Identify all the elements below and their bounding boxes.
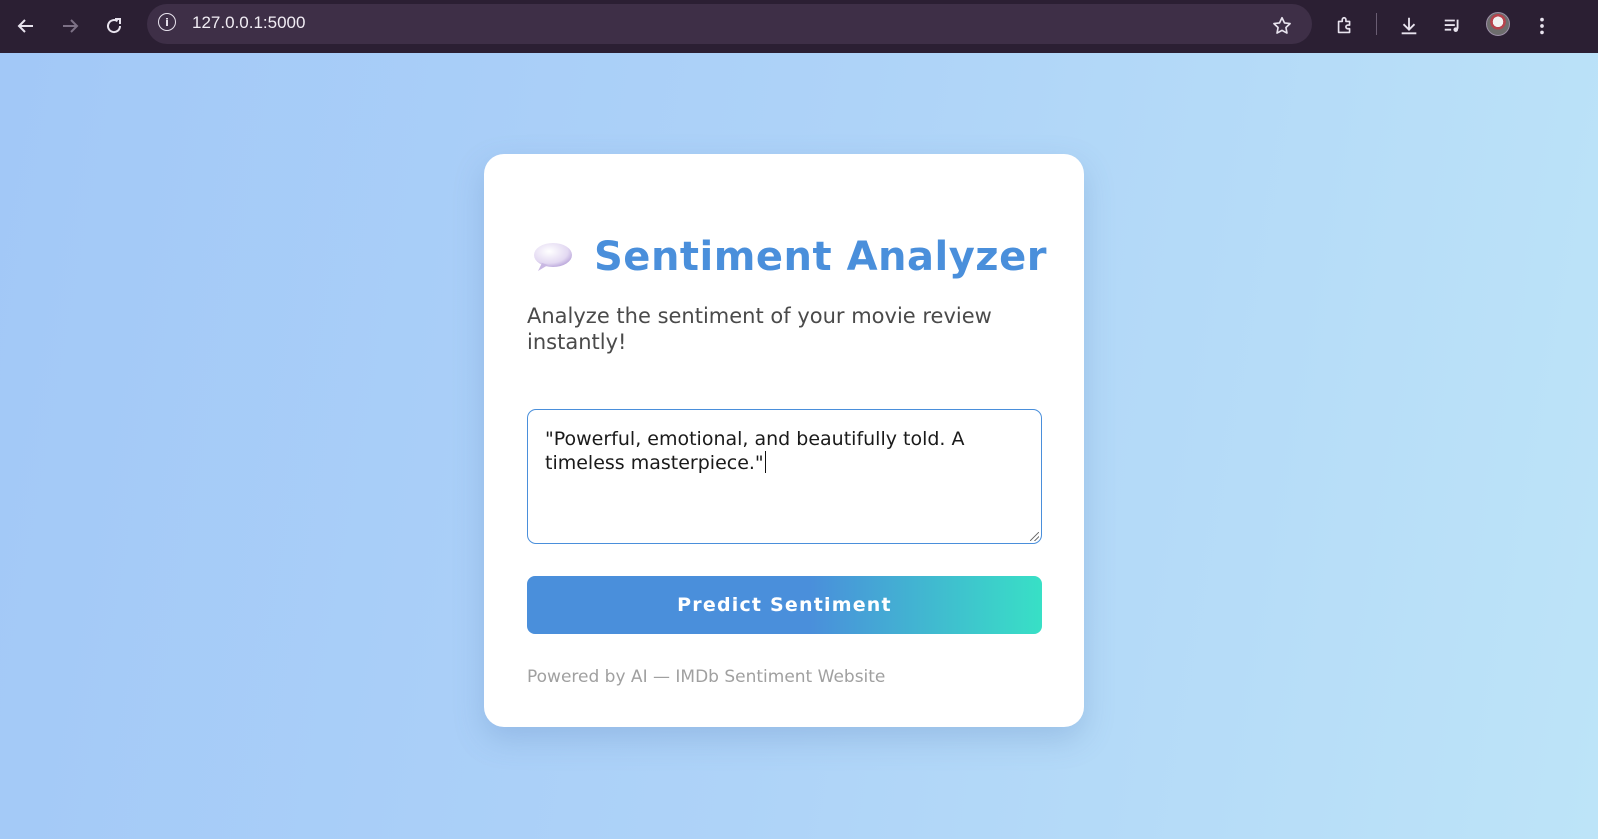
title-row: Sentiment Analyzer — [532, 234, 1047, 280]
resize-grip-icon[interactable] — [1030, 532, 1039, 541]
page-subtitle: Analyze the sentiment of your movie revi… — [527, 304, 992, 354]
page-title: Sentiment Analyzer — [594, 234, 1047, 280]
download-icon — [1401, 17, 1417, 35]
media-button[interactable] — [1438, 11, 1468, 41]
footer-text: Powered by AI — IMDb Sentiment Website — [527, 667, 886, 687]
extensions-button[interactable] — [1330, 11, 1360, 41]
arrow-left-icon — [17, 19, 33, 33]
puzzle-icon — [1337, 16, 1351, 34]
review-text: "Powerful, emotional, and beautifully to… — [545, 428, 965, 474]
bookmark-button[interactable] — [1267, 11, 1297, 41]
url-text[interactable]: 127.0.0.1:5000 — [192, 13, 305, 33]
menu-button[interactable] — [1527, 11, 1557, 41]
kebab-menu-icon — [1540, 17, 1544, 35]
reload-button[interactable] — [99, 11, 129, 41]
toolbar-divider — [1376, 13, 1377, 35]
text-caret — [764, 451, 767, 473]
review-text-wrapper: "Powerful, emotional, and beautifully to… — [545, 427, 1015, 475]
arrow-right-icon — [63, 19, 79, 33]
analyzer-card: Sentiment Analyzer Analyze the sentiment… — [484, 154, 1084, 727]
reload-icon — [107, 18, 122, 34]
info-icon[interactable]: i — [158, 13, 176, 31]
review-textarea[interactable]: "Powerful, emotional, and beautifully to… — [527, 409, 1042, 544]
profile-avatar[interactable] — [1486, 12, 1510, 36]
downloads-button[interactable] — [1394, 11, 1424, 41]
browser-toolbar: i 127.0.0.1:5000 — [0, 0, 1598, 53]
predict-sentiment-button[interactable]: Predict Sentiment — [527, 576, 1042, 634]
address-bar[interactable] — [147, 4, 1312, 44]
star-icon — [1273, 16, 1291, 34]
back-button[interactable] — [11, 11, 41, 41]
forward-button[interactable] — [55, 11, 85, 41]
media-queue-icon — [1444, 19, 1459, 32]
page-background: Sentiment Analyzer Analyze the sentiment… — [0, 53, 1598, 839]
speech-bubble-icon — [532, 241, 574, 273]
